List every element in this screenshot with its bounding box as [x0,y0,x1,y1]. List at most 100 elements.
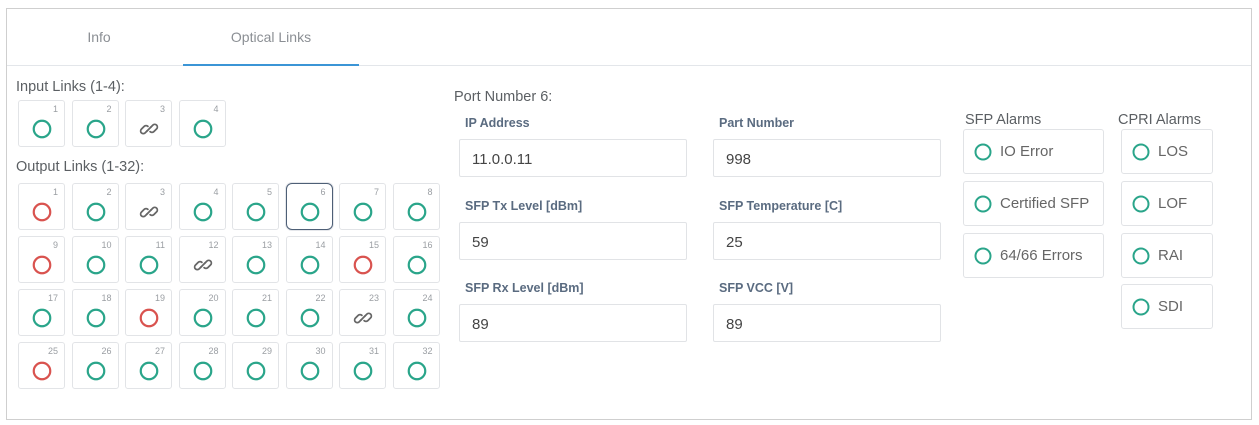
link-number: 24 [422,293,433,303]
cpri-alarm-los[interactable]: LOS [1121,129,1213,174]
circle-green-icon [86,361,105,381]
circle-green-icon [86,202,105,222]
cpri-alarm-rai[interactable]: RAI [1121,233,1213,278]
cpri-alarm-lof[interactable]: LOF [1121,181,1213,226]
input-link-1[interactable]: 1 [18,100,65,147]
link-number: 10 [101,240,112,250]
output-link-12[interactable]: 12 [178,236,226,283]
link-number: 31 [368,346,379,356]
output-link-14[interactable]: 14 [285,236,333,283]
output-link-2[interactable]: 2 [71,183,119,230]
circle-green-icon [1132,195,1150,212]
link-number: 29 [261,346,272,356]
sfp-alarm-64-66-errors[interactable]: 64/66 Errors [963,233,1104,278]
circle-green-icon [246,202,266,222]
input-link-2[interactable]: 2 [71,100,119,147]
output-link-23[interactable]: 23 [339,289,386,336]
circle-green-icon [1132,143,1150,160]
circle-green-icon [1132,247,1150,264]
output-link-28[interactable]: 28 [178,342,226,389]
output-link-26[interactable]: 26 [71,342,119,389]
circle-green-icon [407,361,426,381]
circle-green-icon [300,202,319,222]
output-link-18[interactable]: 18 [71,289,119,336]
tab-bar: Info Optical Links [7,9,1251,66]
output-link-13[interactable]: 13 [232,236,279,283]
output-link-4[interactable]: 4 [178,183,226,230]
circle-green-icon [353,202,373,222]
output-link-22[interactable]: 22 [285,289,333,336]
sfp-rx-field[interactable]: 89 [459,304,687,342]
circle-red-icon [353,255,373,275]
tab-info[interactable]: Info [19,9,179,65]
sfp-alarm-certified-sfp[interactable]: Certified SFP [963,181,1104,226]
circle-green-icon [32,119,52,139]
link-number: 23 [368,293,379,303]
sfp-vcc-label: SFP VCC [V] [719,281,794,295]
sfp-vcc-field[interactable]: 89 [713,304,941,342]
part-number-field[interactable]: 998 [713,139,941,177]
output-link-29[interactable]: 29 [232,342,279,389]
chain-link-icon [193,259,212,271]
output-link-20[interactable]: 20 [178,289,226,336]
circle-red-icon [32,202,52,222]
sfp-tx-label: SFP Tx Level [dBm] [465,199,583,213]
output-link-3[interactable]: 3 [125,183,172,230]
output-link-31[interactable]: 31 [339,342,386,389]
output-link-32[interactable]: 32 [392,342,440,389]
input-link-3[interactable]: 3 [125,100,172,147]
output-link-15[interactable]: 15 [339,236,386,283]
output-link-25[interactable]: 25 [18,342,65,389]
circle-green-icon [193,119,212,139]
link-number: 32 [422,346,433,356]
link-number: 4 [213,187,219,197]
link-number: 4 [213,104,219,114]
circle-green-icon [193,202,212,222]
circle-green-icon [300,308,319,328]
output-link-30[interactable]: 30 [285,342,333,389]
circle-green-icon [86,119,105,139]
output-link-21[interactable]: 21 [232,289,279,336]
cpri-alarm-sdi[interactable]: SDI [1121,284,1213,329]
link-number: 1 [52,187,58,197]
link-number: 11 [155,240,165,250]
alarm-label: LOS [1158,143,1189,160]
link-number: 19 [154,293,165,303]
tab-optical-links[interactable]: Optical Links [183,9,359,66]
link-number: 2 [106,104,112,114]
circle-green-icon [139,255,159,275]
sfp-temperature-field[interactable]: 25 [713,222,941,260]
link-number: 16 [422,240,433,250]
output-link-10[interactable]: 10 [71,236,119,283]
output-link-11[interactable]: 11 [125,236,172,283]
output-link-6[interactable]: 6 [285,183,333,230]
circle-green-icon [300,361,319,381]
circle-red-icon [32,361,52,381]
sfp-tx-field[interactable]: 59 [459,222,687,260]
sfp-temperature-label: SFP Temperature [C] [719,199,843,213]
circle-green-icon [407,202,426,222]
circle-green-icon [974,247,992,264]
output-link-27[interactable]: 27 [125,342,172,389]
circle-red-icon [32,255,52,275]
output-link-16[interactable]: 16 [392,236,440,283]
sfp-alarms-title: SFP Alarms [965,112,1042,128]
output-link-17[interactable]: 17 [18,289,65,336]
output-link-8[interactable]: 8 [392,183,440,230]
output-link-9[interactable]: 9 [18,236,65,283]
output-link-24[interactable]: 24 [392,289,440,336]
sfp-alarm-io-error[interactable]: IO Error [963,129,1104,174]
output-link-19[interactable]: 19 [125,289,172,336]
ip-address-field[interactable]: 11.0.0.11 [459,139,687,177]
circle-green-icon [86,255,105,275]
circle-green-icon [1132,298,1150,315]
link-number: 30 [315,346,326,356]
output-link-5[interactable]: 5 [232,183,279,230]
output-link-7[interactable]: 7 [339,183,386,230]
link-number: 7 [373,187,379,197]
link-number: 17 [47,293,58,303]
input-link-4[interactable]: 4 [178,100,226,147]
output-link-1[interactable]: 1 [18,183,65,230]
circle-green-icon [246,255,266,275]
link-number: 22 [315,293,326,303]
